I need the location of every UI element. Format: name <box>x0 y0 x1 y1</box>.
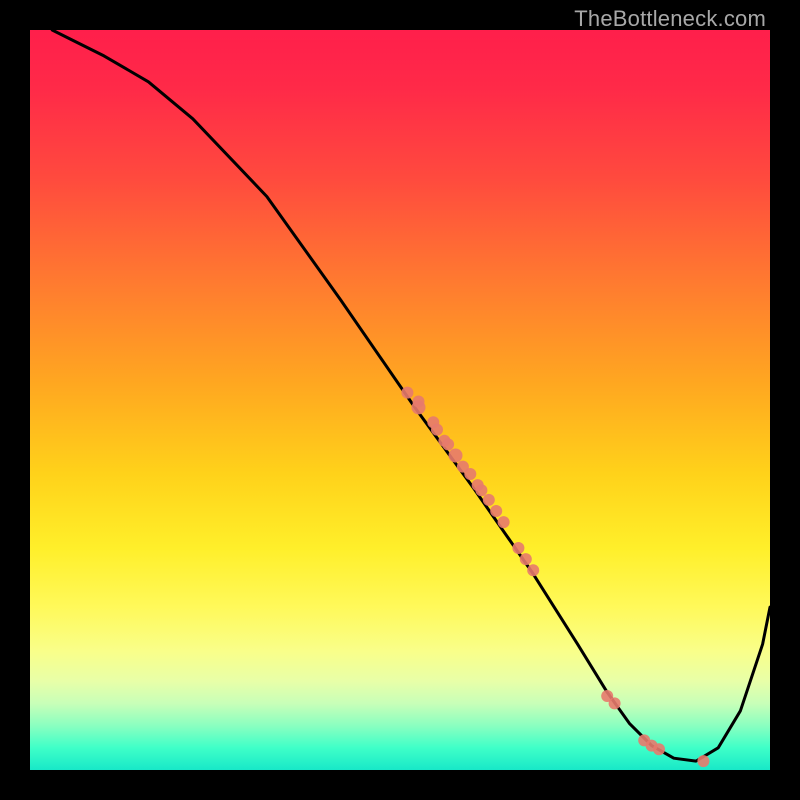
scatter-dot <box>653 743 665 755</box>
scatter-dot <box>442 438 454 450</box>
scatter-dot <box>483 494 495 506</box>
scatter-dot <box>527 564 539 576</box>
scatter-dot <box>475 484 487 496</box>
chart-stage: TheBottleneck.com <box>0 0 800 800</box>
scatter-dot <box>464 468 476 480</box>
scatter-dot <box>449 449 463 463</box>
scatter-dot <box>609 697 621 709</box>
chart-plot-area <box>30 30 770 770</box>
scatter-dot <box>431 424 443 436</box>
scatter-dot <box>401 387 413 399</box>
scatter-dot <box>697 755 709 767</box>
scatter-dot <box>498 516 510 528</box>
scatter-dot <box>512 542 524 554</box>
scatter-dot <box>490 505 502 517</box>
chart-svg <box>30 30 770 770</box>
scatter-layer <box>401 387 709 767</box>
scatter-dot <box>413 396 425 408</box>
brand-watermark: TheBottleneck.com <box>574 6 766 32</box>
scatter-dot <box>520 553 532 565</box>
